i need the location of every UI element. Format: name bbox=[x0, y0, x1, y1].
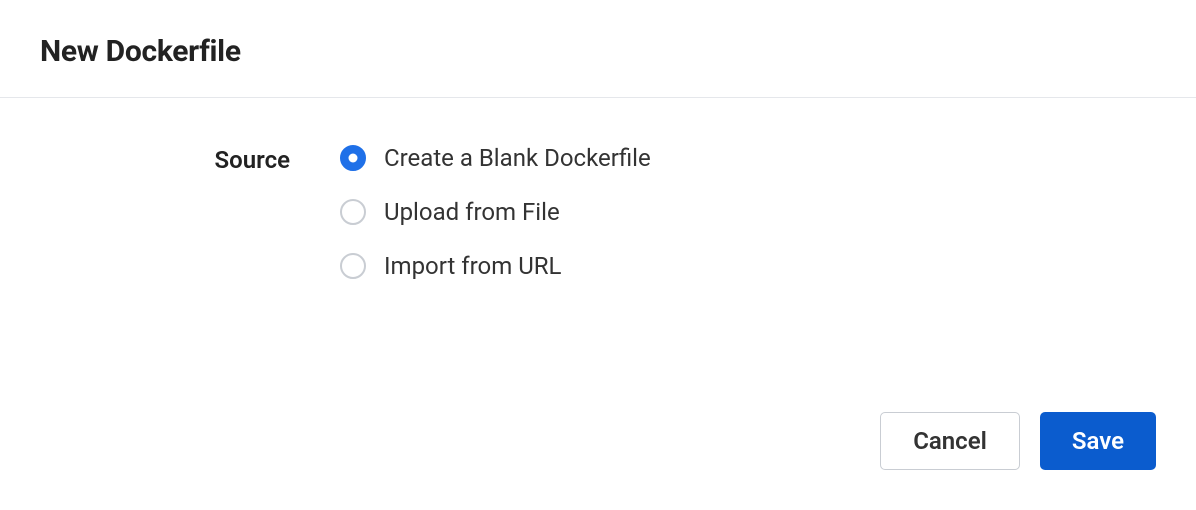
radio-option-create-blank[interactable]: Create a Blank Dockerfile bbox=[340, 144, 1156, 172]
source-form-row: Source Create a Blank Dockerfile Upload … bbox=[40, 144, 1156, 280]
dialog-title: New Dockerfile bbox=[40, 34, 1156, 69]
radio-option-import-url[interactable]: Import from URL bbox=[340, 252, 1156, 280]
radio-label: Upload from File bbox=[384, 198, 560, 226]
radio-circle-icon bbox=[340, 145, 366, 171]
cancel-button[interactable]: Cancel bbox=[880, 412, 1020, 470]
radio-circle-icon bbox=[340, 253, 366, 279]
dialog-header: New Dockerfile bbox=[0, 0, 1196, 98]
radio-label: Import from URL bbox=[384, 252, 561, 280]
radio-circle-icon bbox=[340, 199, 366, 225]
source-radio-group: Create a Blank Dockerfile Upload from Fi… bbox=[340, 144, 1156, 280]
radio-option-upload-file[interactable]: Upload from File bbox=[340, 198, 1156, 226]
save-button[interactable]: Save bbox=[1040, 412, 1156, 470]
form-label-column: Source bbox=[40, 144, 340, 174]
new-dockerfile-dialog: New Dockerfile Source Create a Blank Doc… bbox=[0, 0, 1196, 510]
dialog-body: Source Create a Blank Dockerfile Upload … bbox=[0, 98, 1196, 326]
source-label: Source bbox=[215, 146, 290, 174]
form-control-column: Create a Blank Dockerfile Upload from Fi… bbox=[340, 144, 1156, 280]
radio-label: Create a Blank Dockerfile bbox=[384, 144, 651, 172]
dialog-footer: Cancel Save bbox=[880, 412, 1156, 470]
